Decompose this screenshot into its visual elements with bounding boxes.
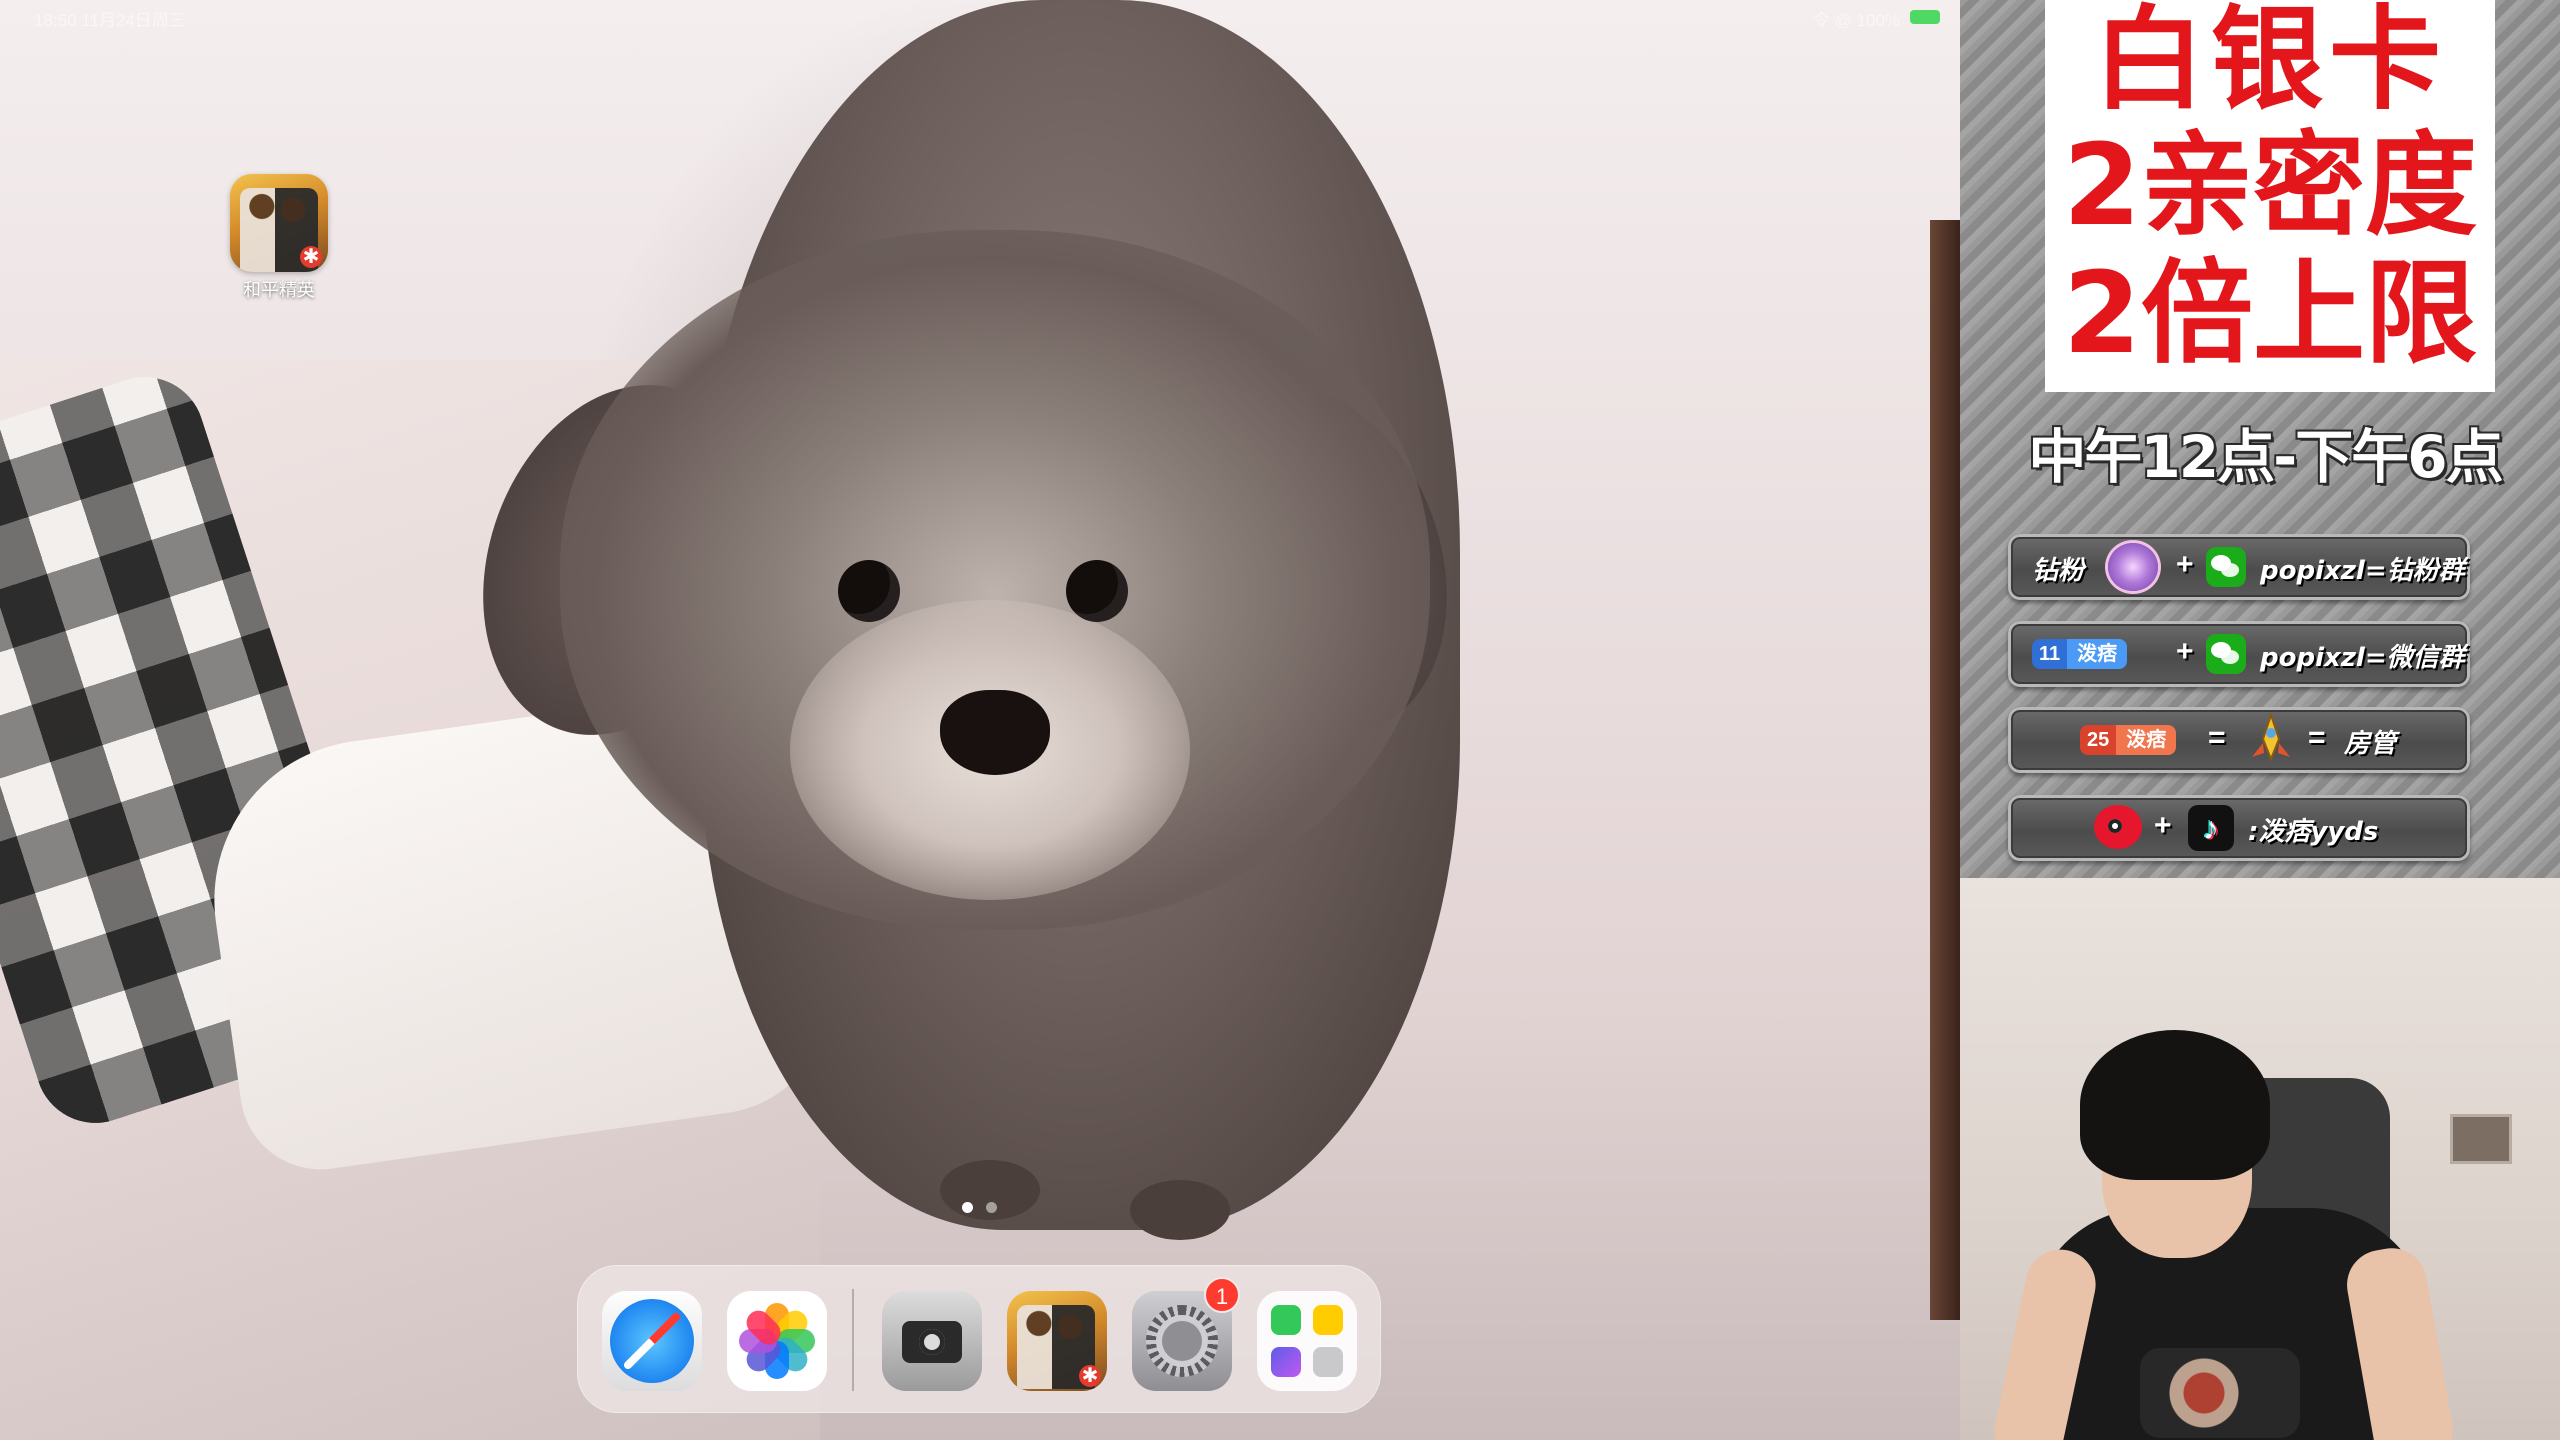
shirt-print xyxy=(2140,1348,2300,1438)
fan-badge-name: 泼痞 xyxy=(2116,725,2177,755)
wechat-icon xyxy=(2206,634,2246,674)
promo-line-1: 白银卡 xyxy=(2093,0,2447,125)
camera-icon[interactable] xyxy=(882,1291,982,1391)
status-bar: 18:50 11月24日周三 令 @ 100% xyxy=(0,0,1960,34)
weibo-icon xyxy=(2094,805,2142,849)
settings-notification-badge: 1 xyxy=(1204,1277,1240,1313)
pubg-dock-icon[interactable]: ✱ xyxy=(1007,1291,1107,1391)
page-dot-active[interactable] xyxy=(962,1202,973,1213)
equals-sign: = xyxy=(2308,721,2326,754)
fan-badge-25: 25 泼痞 xyxy=(2080,725,2177,755)
ipad-home-screen: 18:50 11月24日周三 令 @ 100% ✱ 和平精英 ✱ 1 xyxy=(0,0,1960,1440)
info-plate-social: + ♪ :泼痞yyds xyxy=(2008,795,2470,861)
pubg-app-icon[interactable]: ✱ xyxy=(230,174,328,272)
app-folder-icon[interactable] xyxy=(1257,1291,1357,1391)
star-badge-icon: ✱ xyxy=(300,246,322,268)
wallpaper-wood-edge xyxy=(1930,220,1960,1320)
dock-divider xyxy=(852,1289,854,1391)
fan-badge-level: 25 xyxy=(2080,725,2117,755)
stream-overlay-panel: 白银卡 2亲密度 2倍上限 中午12点-下午6点 钻粉 + popixzl=钻粉… xyxy=(1960,0,2560,878)
promo-line-2: 2亲密度 xyxy=(2063,121,2477,251)
tiktok-icon: ♪ xyxy=(2188,805,2234,851)
status-time: 18:50 11月24日周三 xyxy=(34,11,186,30)
plate-value: :泼痞yyds xyxy=(2248,817,2379,847)
status-right: 令 @ 100% xyxy=(1812,11,1900,30)
wechat-icon xyxy=(2206,547,2246,587)
dog-eye-right xyxy=(1066,560,1128,622)
rank-badge-icon xyxy=(2108,543,2158,591)
plate-value: 房管 xyxy=(2344,729,2397,759)
plate-label: 钻粉 xyxy=(2032,556,2085,586)
fan-badge-11: 11 泼痞 xyxy=(2032,639,2128,669)
page-dot[interactable] xyxy=(986,1202,997,1213)
rocket-icon xyxy=(2252,713,2290,762)
equals-sign: = xyxy=(2208,721,2226,754)
streamer-webcam xyxy=(1960,878,2560,1440)
info-plate-wechat-group: 11 泼痞 + popixzl=微信群 xyxy=(2008,621,2470,687)
dog-eye-left xyxy=(838,560,900,622)
plate-value: popixzl=钻粉群 xyxy=(2260,556,2465,586)
plus-sign: + xyxy=(2176,635,2194,668)
dock: ✱ 1 xyxy=(577,1265,1381,1413)
promo-box: 白银卡 2亲密度 2倍上限 xyxy=(2045,0,2495,392)
dog-paw-right xyxy=(1130,1180,1230,1240)
home-mini-icon xyxy=(1313,1305,1343,1335)
promo-line-3: 2倍上限 xyxy=(2063,249,2477,379)
gear-center xyxy=(1162,1321,1202,1361)
battery-icon xyxy=(1910,10,1940,24)
shortcuts-mini-icon xyxy=(1271,1347,1301,1377)
page-indicator[interactable] xyxy=(962,1202,1002,1214)
wall-switch-plate xyxy=(2450,1114,2512,1164)
pubg-app-label[interactable]: 和平精英 xyxy=(200,276,358,302)
info-plate-room-admin: 25 泼痞 = = 房管 xyxy=(2008,707,2470,773)
star-badge-icon: ✱ xyxy=(1079,1365,1101,1387)
info-plate-diamond-fans: 钻粉 + popixzl=钻粉群 xyxy=(2008,534,2470,600)
fan-badge-name: 泼痞 xyxy=(2067,639,2128,669)
fan-badge-level: 11 xyxy=(2032,639,2068,669)
photos-icon[interactable] xyxy=(727,1291,827,1391)
plate-value: popixzl=微信群 xyxy=(2260,643,2465,673)
safari-icon[interactable] xyxy=(602,1291,702,1391)
find-my-mini-icon xyxy=(1271,1305,1301,1335)
plus-sign: + xyxy=(2154,809,2172,842)
contacts-mini-icon xyxy=(1313,1347,1343,1377)
camera-lens xyxy=(919,1329,945,1355)
plus-sign: + xyxy=(2176,548,2194,581)
dog-nose xyxy=(940,690,1050,775)
streamer-hair xyxy=(2080,1030,2270,1180)
stream-hours: 中午12点-下午6点 xyxy=(2028,423,2503,491)
